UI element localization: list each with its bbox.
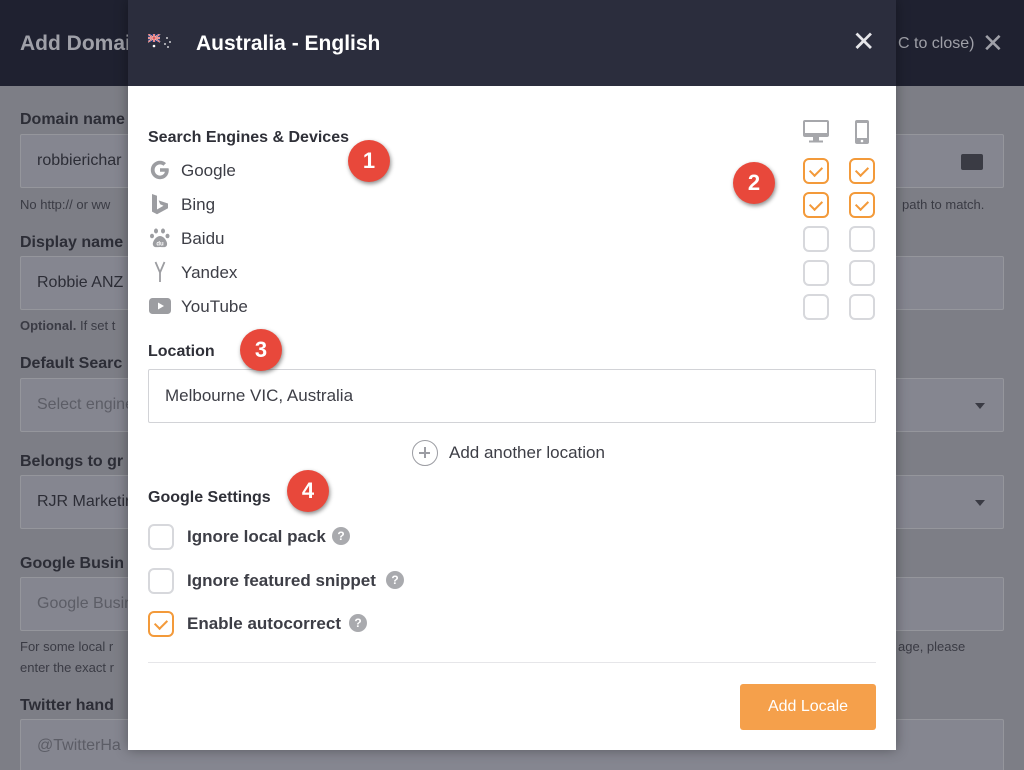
google-desktop-checkbox[interactable]: [803, 158, 829, 184]
engine-row-bing: Bing: [148, 192, 448, 216]
ignore-featured-snippet-label: Ignore featured snippet: [187, 571, 376, 590]
engine-label-google: Google: [181, 161, 236, 180]
gmb-hint-2: enter the exact r: [20, 660, 114, 675]
twitter-label: Twitter hand: [20, 697, 114, 714]
setting-ignore-local-pack: Ignore local pack ?: [148, 524, 548, 550]
annotation-badge-4: 4: [287, 470, 329, 512]
help-icon[interactable]: ?: [349, 614, 367, 632]
bing-mobile-checkbox[interactable]: [849, 192, 875, 218]
baidu-mobile-checkbox[interactable]: [849, 226, 875, 252]
svg-text:du: du: [156, 242, 164, 248]
engine-row-yandex: Yandex: [148, 260, 448, 284]
group-label: Belongs to gr: [20, 453, 124, 470]
youtube-icon: [149, 298, 171, 314]
engine-label-bing: Bing: [181, 195, 216, 214]
help-icon[interactable]: ?: [332, 527, 350, 545]
engine-row-youtube: YouTube: [148, 294, 448, 318]
baidu-desktop-checkbox[interactable]: [803, 226, 829, 252]
ignore-local-pack-label: Ignore local pack: [187, 527, 326, 546]
yandex-icon: [154, 261, 166, 282]
footer-divider: [148, 662, 876, 663]
google-settings-heading: Google Settings: [148, 489, 271, 506]
annotation-badge-3: 3: [240, 329, 282, 371]
add-location-button[interactable]: Add another location: [412, 440, 622, 466]
ignore-local-pack-checkbox[interactable]: [148, 524, 174, 550]
engines-heading: Search Engines & Devices: [148, 129, 349, 146]
bing-desktop-checkbox[interactable]: [803, 192, 829, 218]
default-search-label: Default Searc: [20, 355, 123, 372]
desktop-icon: [803, 120, 829, 143]
annotation-badge-1: 1: [348, 140, 390, 182]
esc-hint: C to close): [898, 35, 975, 52]
setting-enable-autocorrect: Enable autocorrect ?: [148, 611, 548, 637]
caret-down-icon: [975, 500, 985, 506]
yandex-desktop-checkbox[interactable]: [803, 260, 829, 286]
gmb-hint-1: For some local r: [20, 639, 114, 654]
engine-label-baidu: Baidu: [181, 229, 225, 248]
add-locale-modal: Australia - English ✕ Search Engines & D…: [128, 0, 896, 750]
domain-name-label: Domain name: [20, 111, 125, 128]
gmb-hint-right: age, please: [898, 639, 966, 654]
close-icon[interactable]: ✕: [852, 28, 875, 56]
id-card-icon: [961, 154, 983, 170]
setting-ignore-featured-snippet: Ignore featured snippet ?: [148, 568, 548, 594]
engine-label-yandex: Yandex: [181, 263, 238, 282]
caret-down-icon: [975, 403, 985, 409]
enable-autocorrect-checkbox[interactable]: [148, 611, 174, 637]
background-title: Add Domai: [20, 32, 131, 55]
plus-circle-icon: [412, 440, 438, 466]
help-icon[interactable]: ?: [386, 571, 404, 589]
ignore-featured-snippet-checkbox[interactable]: [148, 568, 174, 594]
engine-row-baidu: du Baidu: [148, 226, 448, 250]
youtube-mobile-checkbox[interactable]: [849, 294, 875, 320]
display-hint: Optional. If set t: [20, 318, 116, 333]
youtube-desktop-checkbox[interactable]: [803, 294, 829, 320]
engine-label-youtube: YouTube: [181, 297, 248, 316]
location-input[interactable]: [148, 369, 876, 423]
engine-row-google: Google: [148, 158, 448, 182]
google-mobile-checkbox[interactable]: [849, 158, 875, 184]
enable-autocorrect-label: Enable autocorrect: [187, 614, 341, 633]
add-locale-button[interactable]: Add Locale: [740, 684, 876, 730]
add-location-label: Add another location: [449, 443, 605, 462]
yandex-mobile-checkbox[interactable]: [849, 260, 875, 286]
google-icon: [150, 160, 169, 180]
mobile-icon: [855, 120, 869, 144]
domain-hint-right: path to match.: [902, 197, 985, 212]
display-name-label: Display name: [20, 234, 124, 251]
background-close-icon: ✕: [982, 28, 1004, 58]
australia-flag-icon: [148, 34, 174, 50]
modal-title: Australia - English: [196, 32, 381, 55]
gmb-label: Google Busin: [20, 555, 124, 572]
baidu-icon: du: [150, 228, 170, 248]
bing-icon: [152, 194, 168, 215]
domain-hint-left: No http:// or ww: [20, 197, 111, 212]
annotation-badge-2: 2: [733, 162, 775, 204]
modal-header: Australia - English ✕: [128, 0, 896, 86]
location-heading: Location: [148, 343, 215, 360]
